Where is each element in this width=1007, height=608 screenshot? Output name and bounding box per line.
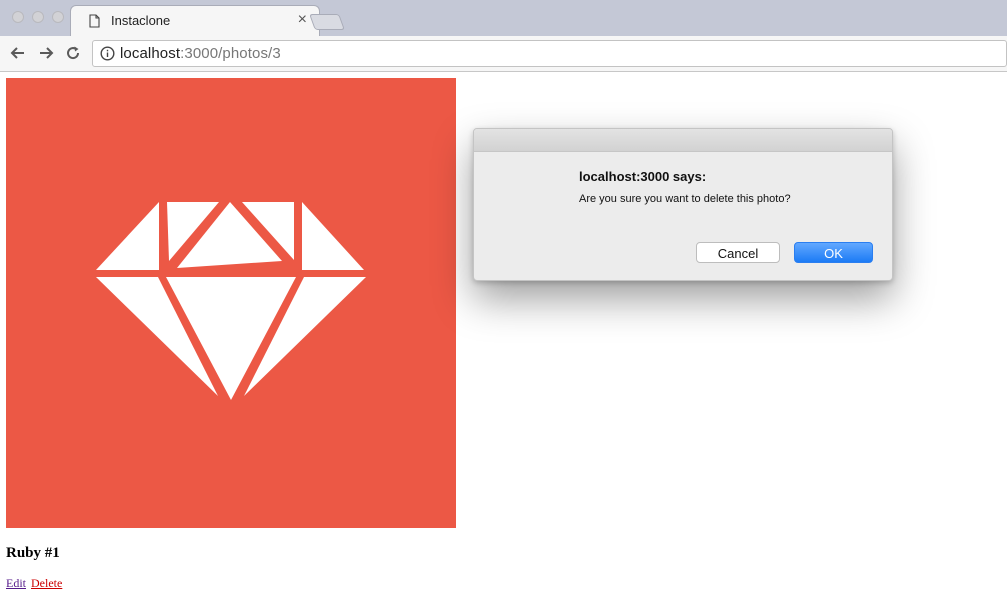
dialog-message: Are you sure you want to delete this pho… xyxy=(579,193,791,205)
url-text: localhost:3000/photos/3 xyxy=(120,45,281,62)
close-icon[interactable]: × xyxy=(298,11,307,29)
url-host: localhost xyxy=(120,45,181,62)
ruby-gem-icon xyxy=(96,202,366,400)
delete-link[interactable]: Delete xyxy=(31,576,62,590)
browser-toolbar: localhost:3000/photos/3 xyxy=(0,36,1007,72)
photo-actions: Edit Delete xyxy=(6,576,62,591)
browser-titlebar: Instaclone × xyxy=(0,0,1007,36)
dialog-title: localhost:3000 says: xyxy=(579,169,707,184)
window-minimize-dot[interactable] xyxy=(32,11,44,23)
photo-caption: Ruby #1 xyxy=(6,545,60,561)
photo-image xyxy=(6,78,456,528)
tab-title: Instaclone xyxy=(111,13,171,28)
dialog-header xyxy=(474,129,892,152)
confirm-dialog: localhost:3000 says: Are you sure you wa… xyxy=(473,128,893,281)
info-icon[interactable] xyxy=(100,46,115,61)
window-zoom-dot[interactable] xyxy=(52,11,64,23)
document-icon xyxy=(89,14,100,28)
ok-button[interactable]: OK xyxy=(794,242,873,263)
address-bar[interactable]: localhost:3000/photos/3 xyxy=(92,40,1007,67)
window-close-dot[interactable] xyxy=(12,11,24,23)
new-tab-button[interactable] xyxy=(309,14,345,30)
cancel-button[interactable]: Cancel xyxy=(696,242,780,263)
reload-icon[interactable] xyxy=(64,44,82,62)
edit-link[interactable]: Edit xyxy=(6,576,26,590)
back-arrow-icon[interactable] xyxy=(9,44,27,62)
forward-arrow-icon[interactable] xyxy=(37,44,55,62)
browser-tab[interactable]: Instaclone × xyxy=(70,5,320,36)
url-path: :3000/photos/3 xyxy=(180,45,281,62)
